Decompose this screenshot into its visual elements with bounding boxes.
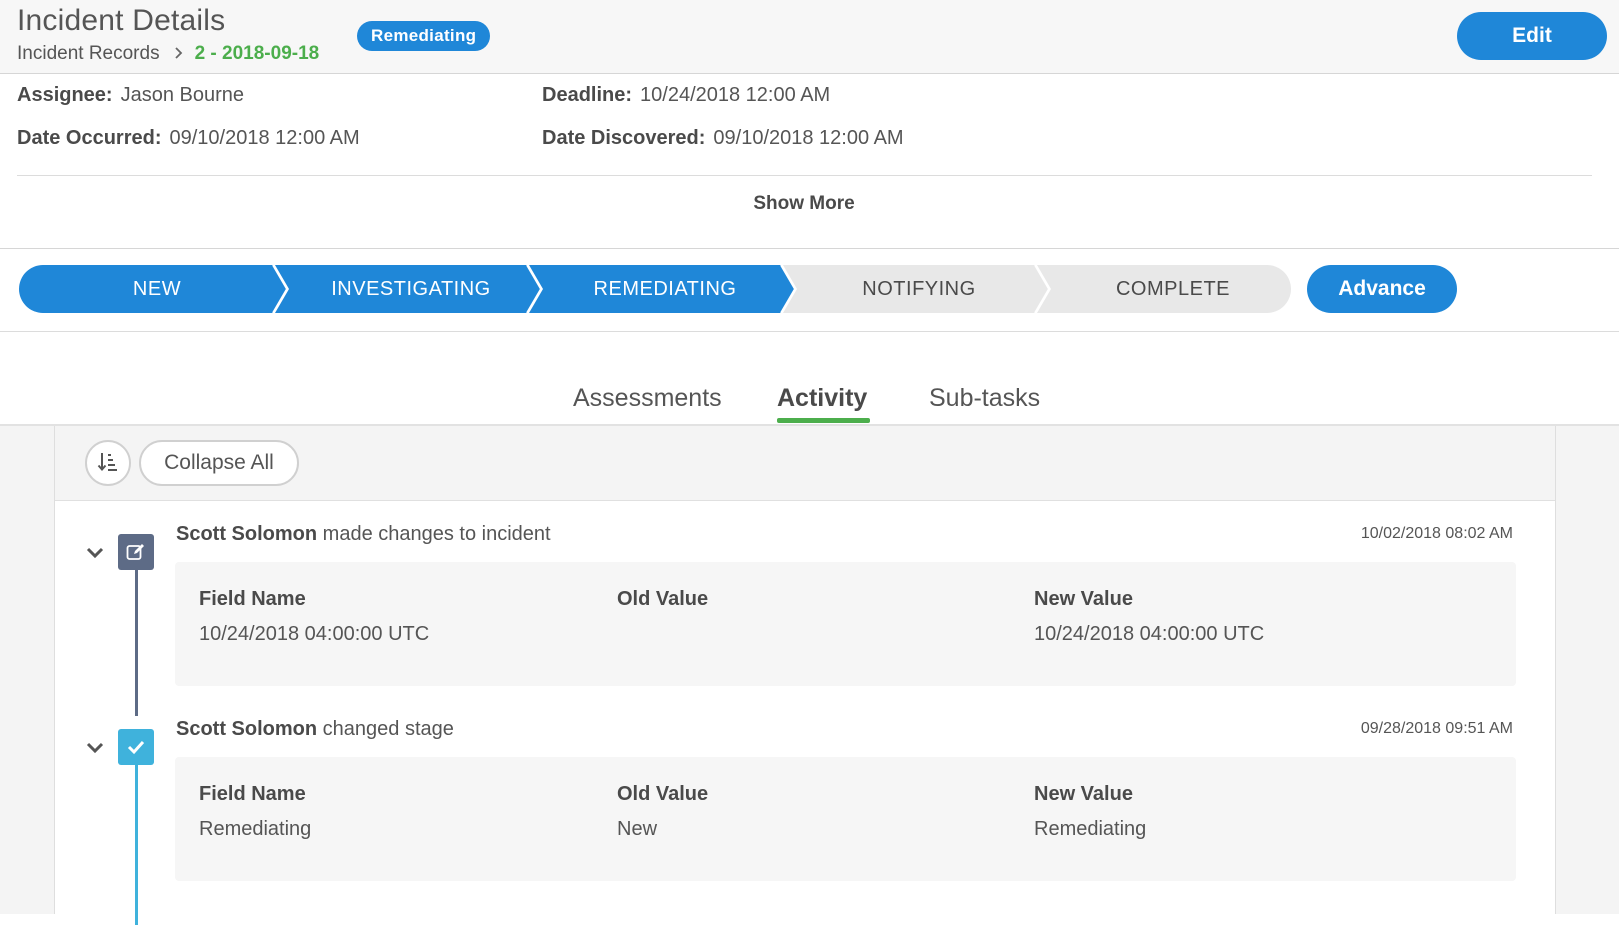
new-value-header: New Value [1034, 588, 1133, 610]
timeline-connector [135, 765, 138, 925]
timeline-connector [135, 570, 138, 716]
deadline-value: 10/24/2018 12:00 AM [640, 84, 831, 106]
sort-order-button[interactable] [85, 440, 131, 486]
activity-entry-title: Scott Solomon made changes to incident [176, 522, 551, 546]
field-name-value: Remediating [199, 818, 312, 840]
activity-timestamp: 10/02/2018 08:02 AM [1360, 525, 1513, 542]
new-value-header: New Value [1034, 783, 1133, 805]
checkmark-icon [118, 729, 154, 765]
tab-bar: Assessments Activity Sub-tasks [0, 332, 1619, 426]
old-value-header: Old Value [617, 783, 709, 805]
deadline-field: Deadline: 10/24/2018 12:00 AM [542, 84, 830, 107]
date-occurred-value: 09/10/2018 12:00 AM [169, 127, 360, 149]
date-discovered-label: Date Discovered: [542, 127, 706, 149]
field-name-header: Field Name [199, 783, 306, 805]
page-title: Incident Details [17, 4, 226, 37]
change-details-card: Field Name Old Value New Value Remediati… [175, 757, 1516, 881]
tab-activity[interactable]: Activity [777, 384, 867, 413]
activity-actor: Scott Solomon [176, 718, 318, 740]
activity-panel: Collapse All Scott Solomon made changes … [54, 426, 1556, 925]
stage-new[interactable]: NEW [42, 265, 272, 313]
date-occurred-label: Date Occurred: [17, 127, 162, 149]
activity-timestamp: 09/28/2018 09:51 AM [1360, 720, 1513, 737]
activity-entry-title: Scott Solomon changed stage [176, 717, 454, 741]
tab-sub-tasks[interactable]: Sub-tasks [929, 384, 1040, 413]
activity-action: made changes to incident [322, 523, 551, 545]
show-more-link[interactable]: Show More [0, 193, 1608, 215]
chevron-down-icon[interactable] [85, 543, 105, 563]
stage-investigating[interactable]: INVESTIGATING [296, 265, 526, 313]
activity-actor: Scott Solomon [176, 523, 318, 545]
old-value-header: Old Value [617, 588, 709, 610]
stage-complete[interactable]: COMPLETE [1058, 265, 1288, 313]
assignee-label: Assignee: [17, 84, 113, 106]
active-tab-indicator [777, 418, 870, 423]
page-header: Incident Details Incident Records 2 - 20… [0, 0, 1619, 74]
field-name-header: Field Name [199, 588, 306, 610]
field-name-value: 10/24/2018 04:00:00 UTC [199, 623, 430, 645]
new-value-value: 10/24/2018 04:00:00 UTC [1034, 623, 1265, 645]
activity-toolbar: Collapse All [55, 426, 1555, 501]
new-value-value: Remediating [1034, 818, 1147, 840]
collapse-all-button[interactable]: Collapse All [139, 440, 299, 486]
chevron-down-icon[interactable] [85, 738, 105, 758]
tab-assessments[interactable]: Assessments [573, 384, 722, 413]
date-discovered-field: Date Discovered: 09/10/2018 12:00 AM [542, 127, 904, 150]
stage-progress-bar: NEW INVESTIGATING REMEDIATING NOTIFYING … [0, 249, 1619, 332]
assignee-field: Assignee: Jason Bourne [17, 84, 244, 107]
stage-notifying[interactable]: NOTIFYING [804, 265, 1034, 313]
date-discovered-value: 09/10/2018 12:00 AM [713, 127, 904, 149]
chevron-right-icon [174, 44, 183, 65]
edit-button[interactable]: Edit [1457, 12, 1607, 60]
sort-order-icon [97, 451, 119, 476]
activity-action: changed stage [322, 718, 454, 740]
deadline-label: Deadline: [542, 84, 633, 106]
stage-remediating[interactable]: REMEDIATING [550, 265, 780, 313]
details-divider [17, 175, 1592, 176]
incident-details-panel: Assignee: Jason Bourne Deadline: 10/24/201… [0, 74, 1619, 249]
breadcrumb-parent-link[interactable]: Incident Records [17, 43, 160, 65]
edit-icon [118, 534, 154, 570]
advance-button[interactable]: Advance [1307, 265, 1457, 313]
date-occurred-field: Date Occurred: 09/10/2018 12:00 AM [17, 127, 360, 150]
assignee-value: Jason Bourne [120, 84, 245, 106]
old-value-value: New [617, 818, 658, 840]
breadcrumb-current: 2 - 2018-09-18 [194, 43, 320, 64]
change-details-card: Field Name Old Value New Value 10/24/201… [175, 562, 1516, 686]
status-badge: Remediating [357, 21, 491, 51]
breadcrumb: Incident Records 2 - 2018-09-18 [17, 43, 319, 65]
